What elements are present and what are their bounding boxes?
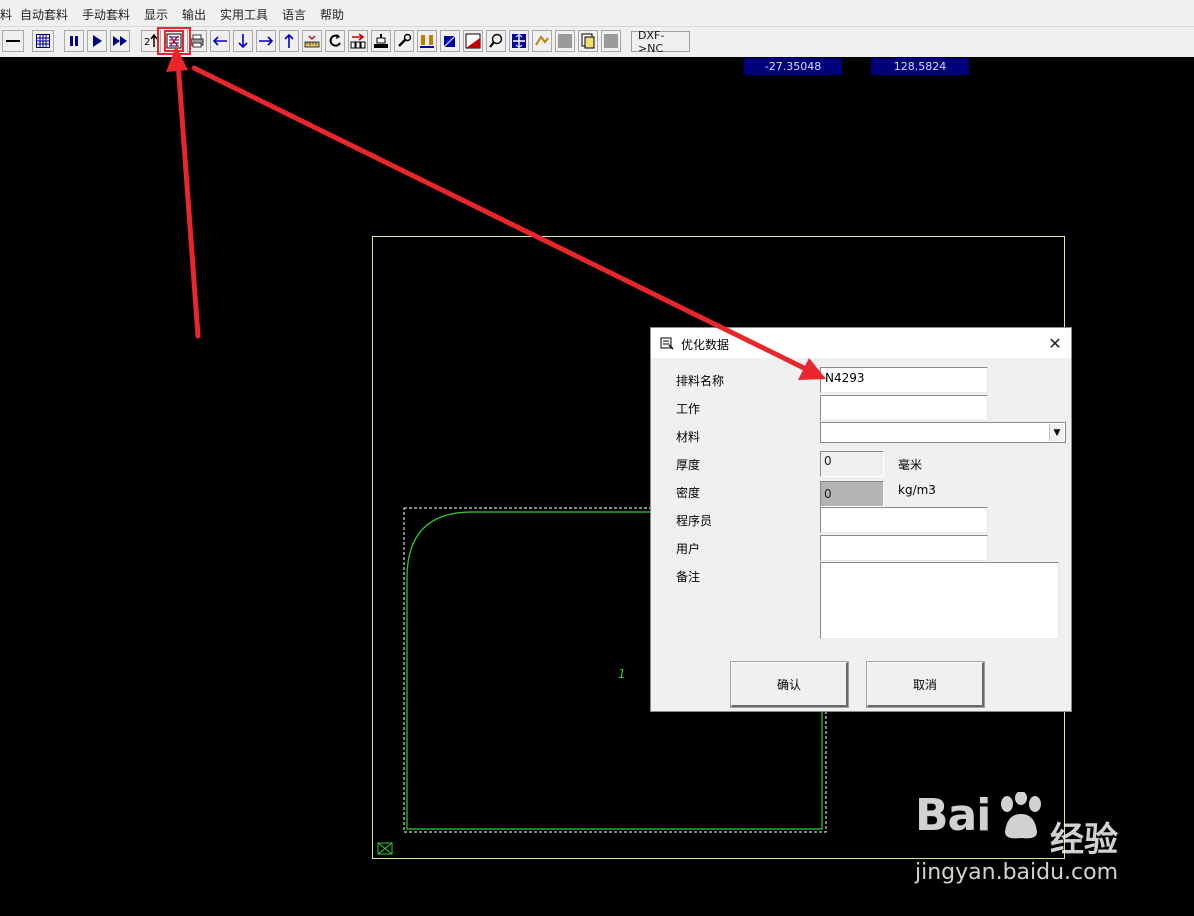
watermark-brand-cn: 经验: [1050, 820, 1118, 860]
baidu-watermark: Bai 经验 jingyan.baidu.com: [915, 790, 1145, 890]
programmer-input[interactable]: [820, 507, 988, 533]
thickness-unit: 毫米: [898, 458, 923, 472]
programmer-label: 程序员: [676, 514, 713, 528]
thickness-label: 厚度: [676, 458, 701, 472]
material-label: 材料: [676, 430, 701, 444]
part-number-label: 1: [618, 667, 626, 681]
job-label: 工作: [676, 402, 701, 416]
watermark-brand: Bai: [915, 790, 991, 841]
customer-label: 用户: [676, 542, 701, 556]
nest-name-input[interactable]: N4293: [820, 367, 988, 393]
optimize-data-dialog: 优化数据 ✕ 排料名称 N4293 工作 材料 ▼ 厚度 0 毫米 密度 0 k…: [650, 327, 1072, 712]
density-unit: kg/m3: [898, 483, 936, 497]
thickness-field[interactable]: 0: [820, 451, 884, 477]
material-select[interactable]: ▼: [820, 422, 1066, 443]
dialog-title: 优化数据: [681, 338, 730, 352]
dialog-window-icon: [660, 337, 674, 350]
remarks-label: 备注: [676, 570, 701, 584]
remarks-textarea[interactable]: [820, 562, 1059, 639]
dialog-titlebar[interactable]: 优化数据 ✕: [651, 328, 1071, 358]
sheet-origin-icon: [377, 842, 393, 855]
density-label: 密度: [676, 486, 701, 500]
watermark-url: jingyan.baidu.com: [915, 860, 1119, 885]
chevron-down-icon[interactable]: ▼: [1049, 424, 1064, 441]
close-button[interactable]: ✕: [1043, 331, 1067, 355]
paw-icon: [1001, 792, 1041, 839]
ok-button[interactable]: 确认: [730, 661, 849, 708]
close-icon: ✕: [1048, 333, 1062, 353]
nest-name-label: 排料名称: [676, 374, 725, 388]
customer-input[interactable]: [820, 535, 988, 561]
job-input[interactable]: [820, 395, 988, 421]
density-field[interactable]: 0: [820, 481, 884, 507]
cancel-button[interactable]: 取消: [866, 661, 985, 708]
